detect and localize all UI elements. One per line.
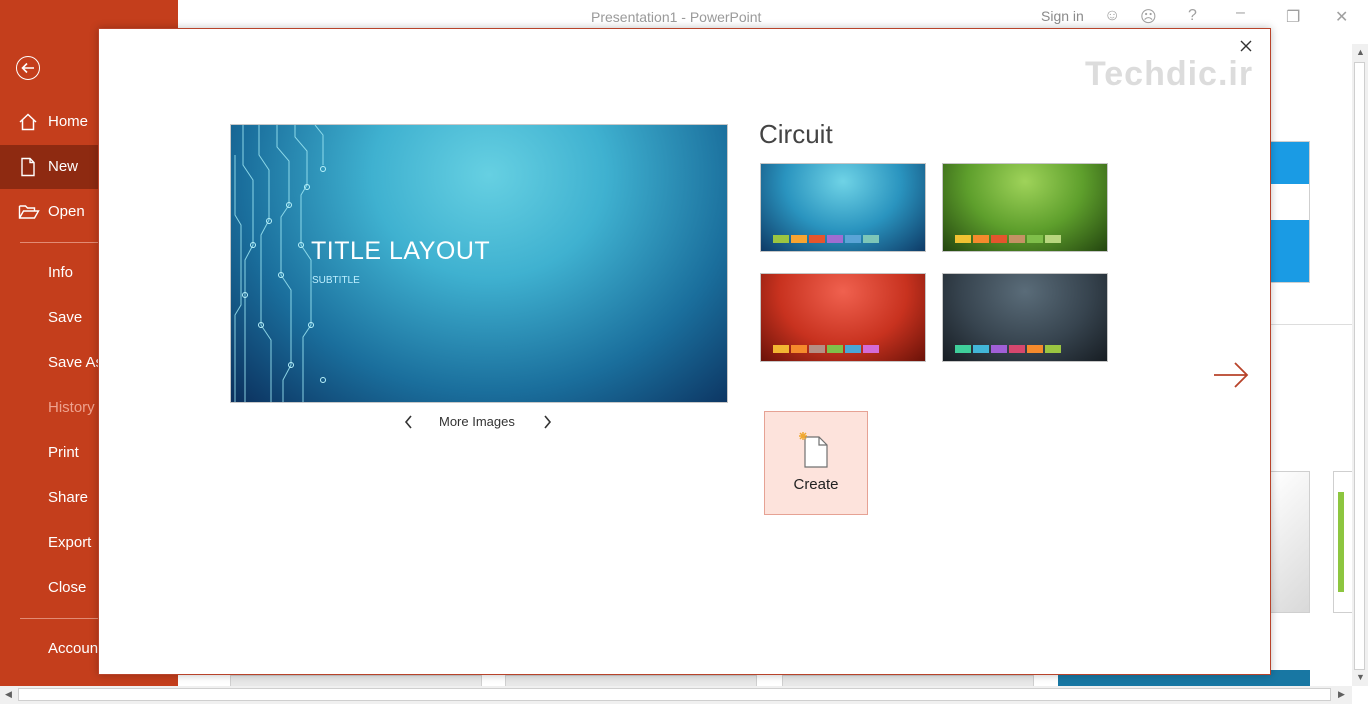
restore-icon[interactable]: ❐ — [1286, 7, 1300, 27]
sidebar-item-label: Home — [48, 113, 89, 130]
previous-image-icon[interactable] — [403, 413, 415, 431]
scroll-down-icon[interactable]: ▼ — [1356, 672, 1365, 682]
color-swatch — [773, 235, 789, 243]
scroll-left-icon[interactable]: ◀ — [5, 689, 12, 700]
color-swatch — [845, 345, 861, 353]
sidebar-item-label: Close — [48, 579, 87, 596]
color-swatch — [1027, 345, 1043, 353]
help-icon[interactable]: ? — [1188, 7, 1197, 25]
arrow-left-icon — [21, 62, 34, 74]
background-template-green[interactable] — [1333, 471, 1353, 613]
color-swatch — [773, 345, 789, 353]
close-icon[interactable] — [1237, 37, 1255, 55]
window-close-icon[interactable]: ✕ — [1335, 7, 1348, 27]
frown-icon[interactable]: ☹ — [1140, 7, 1157, 27]
preview-subtitle: SUBTITLE — [312, 275, 360, 286]
color-swatch — [1045, 345, 1061, 353]
sidebar-item-label: New — [48, 158, 79, 175]
window-title: Presentation1 - PowerPoint — [591, 9, 762, 25]
background-template-blue[interactable] — [1270, 141, 1310, 283]
vertical-scroll-thumb[interactable] — [1354, 62, 1365, 670]
watermark: Techdic.ir — [1085, 55, 1254, 93]
background-divider — [1270, 324, 1354, 325]
theme-variant-dark[interactable] — [942, 273, 1108, 362]
color-swatch — [791, 235, 807, 243]
sidebar-item-label: Account — [48, 640, 103, 657]
color-swatch — [991, 345, 1007, 353]
color-swatch — [991, 235, 1007, 243]
color-swatch — [863, 345, 879, 353]
vertical-scrollbar[interactable]: ▲ ▼ — [1352, 44, 1368, 686]
more-images-label: More Images — [439, 414, 515, 429]
color-swatch — [827, 345, 843, 353]
color-swatch — [955, 345, 971, 353]
color-swatches — [773, 345, 879, 353]
horizontal-scroll-thumb[interactable] — [18, 688, 1331, 701]
scroll-up-icon[interactable]: ▲ — [1356, 47, 1365, 57]
color-swatch — [955, 235, 971, 243]
background-template-gray[interactable] — [1270, 471, 1310, 613]
theme-variant-red[interactable] — [760, 273, 926, 362]
color-swatch — [973, 345, 989, 353]
sidebar-item-label: Open — [48, 203, 85, 220]
template-preview-image: TITLE LAYOUT SUBTITLE — [230, 124, 728, 403]
color-swatch — [827, 235, 843, 243]
minimize-icon[interactable]: – — [1236, 4, 1245, 22]
theme-variant-blue[interactable] — [760, 163, 926, 252]
sidebar-item-label: Export — [48, 534, 92, 551]
sidebar-item-label: Print — [48, 444, 79, 461]
color-swatch — [973, 235, 989, 243]
folder-open-icon — [18, 205, 40, 219]
home-icon — [19, 113, 37, 131]
next-template-icon[interactable] — [1211, 359, 1251, 391]
sidebar-item-label: Info — [48, 264, 74, 281]
color-swatch — [1009, 235, 1025, 243]
color-swatch — [1045, 235, 1061, 243]
template-preview-dialog: Techdic.ir TITLE LAYOUT SUBTITLE More Im… — [98, 28, 1271, 675]
horizontal-scrollbar[interactable]: ◀ ▶ — [0, 686, 1352, 704]
color-swatch — [845, 235, 861, 243]
color-swatches — [955, 235, 1061, 243]
new-document-icon — [21, 157, 35, 177]
back-button[interactable] — [16, 56, 40, 80]
sidebar-item-label: Save As — [48, 354, 104, 371]
theme-variant-green[interactable] — [942, 163, 1108, 252]
smile-icon[interactable]: ☺ — [1104, 7, 1120, 25]
theme-name: Circuit — [759, 119, 833, 149]
color-swatch — [1027, 235, 1043, 243]
scroll-right-icon[interactable]: ▶ — [1338, 689, 1345, 700]
sign-in-link[interactable]: Sign in — [1041, 8, 1084, 24]
sidebar-item-label: Save — [48, 309, 83, 326]
create-button[interactable]: Create — [764, 411, 868, 515]
next-image-icon[interactable] — [541, 413, 553, 431]
new-file-icon — [799, 432, 828, 468]
create-label: Create — [793, 476, 839, 493]
sidebar-item-label: History — [48, 399, 95, 416]
color-swatch — [809, 235, 825, 243]
color-swatch — [863, 235, 879, 243]
color-swatch — [809, 345, 825, 353]
preview-title: TITLE LAYOUT — [311, 237, 491, 265]
sidebar-item-label: Share — [48, 489, 89, 506]
color-swatch — [1009, 345, 1025, 353]
color-swatches — [773, 235, 879, 243]
color-swatches — [955, 345, 1061, 353]
color-swatch — [791, 345, 807, 353]
